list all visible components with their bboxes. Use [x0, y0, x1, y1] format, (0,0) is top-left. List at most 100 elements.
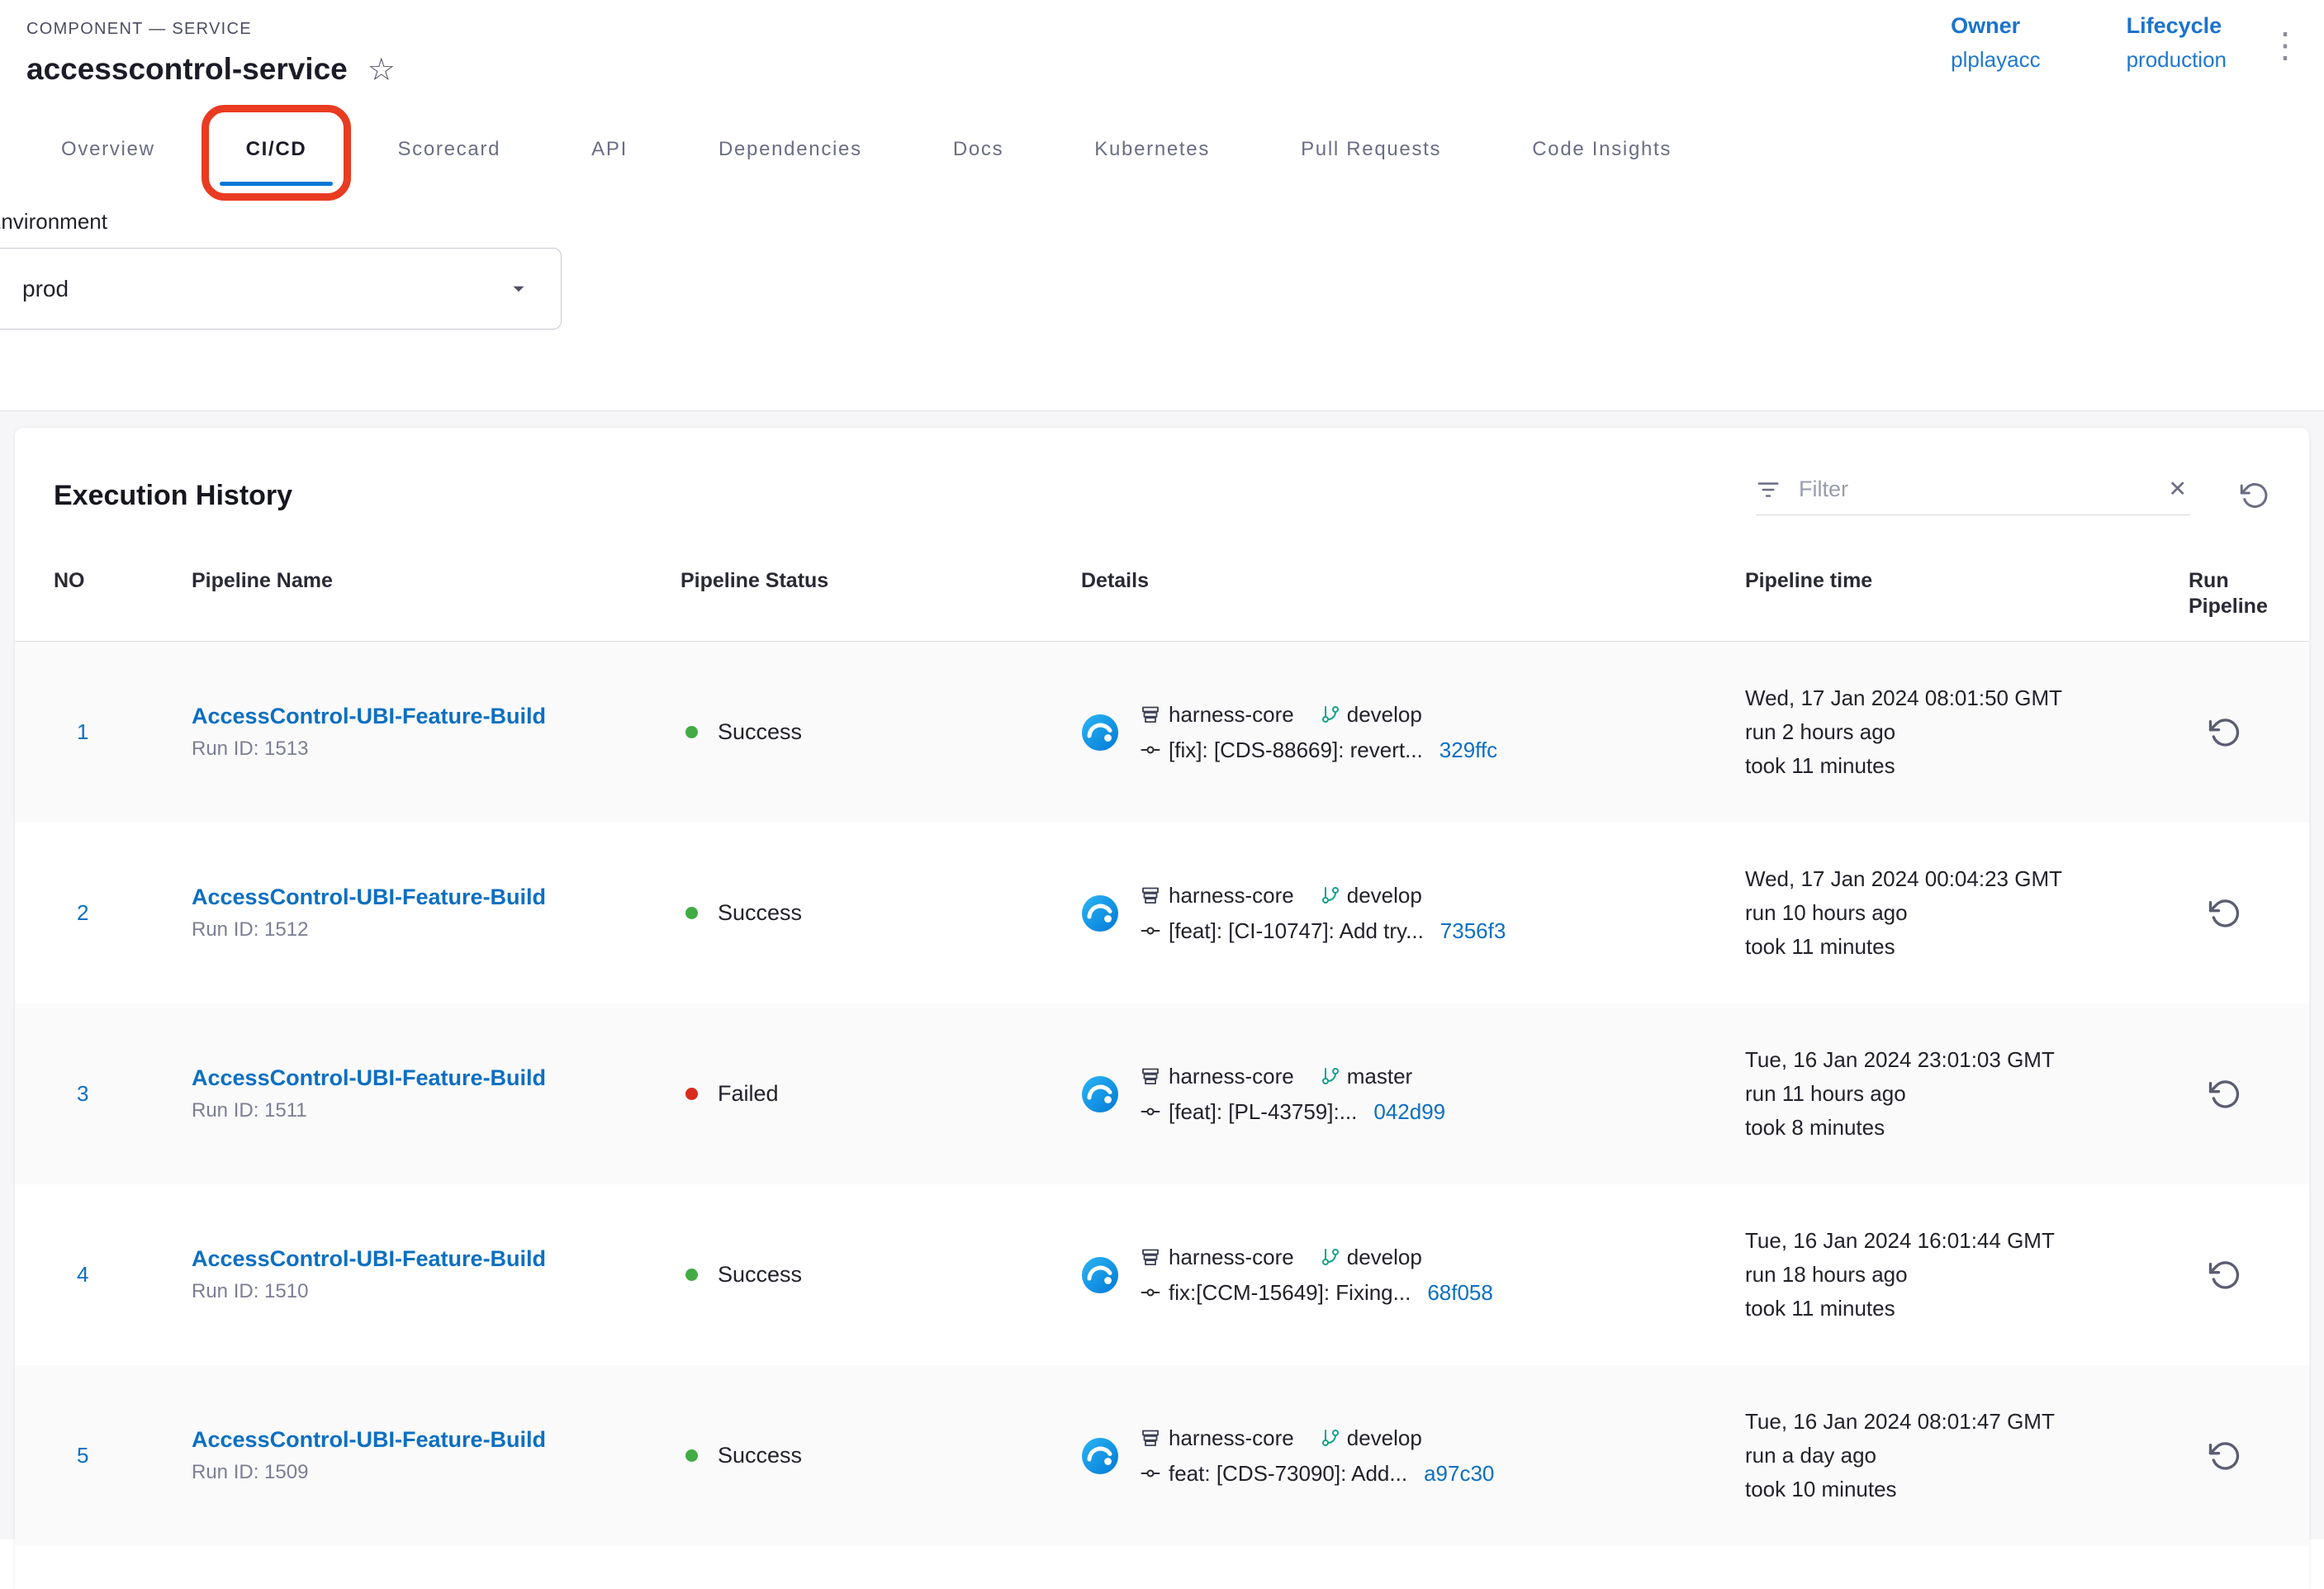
col-no: NO	[54, 568, 192, 619]
kebab-menu-icon[interactable]: ⋮	[2268, 28, 2303, 63]
status-dot	[685, 907, 698, 919]
pipeline-name-cell: AccessControl-UBI-Feature-Build Run ID: …	[192, 885, 681, 942]
status-dot	[685, 1088, 698, 1100]
pipeline-name-link[interactable]: AccessControl-UBI-Feature-Build	[192, 1246, 681, 1272]
repo-name: harness-core	[1169, 1245, 1294, 1270]
environment-select[interactable]: prod	[0, 248, 562, 330]
commit-sha-link[interactable]: 68f058	[1427, 1280, 1493, 1306]
favorite-star-icon[interactable]: ☆	[368, 55, 396, 86]
time-duration: took 11 minutes	[1745, 930, 2189, 964]
tab-scorecard[interactable]: Scorecard	[361, 123, 537, 186]
lifecycle-link[interactable]: production	[2127, 47, 2227, 73]
run-pipeline-button[interactable]	[2208, 897, 2241, 930]
commit-sha-link[interactable]: a97c30	[1424, 1461, 1494, 1487]
row-number-link[interactable]: 1	[54, 719, 192, 745]
git-branch-icon	[1321, 1066, 1340, 1086]
time-relative: run a day ago	[1745, 1439, 2189, 1473]
harness-pipeline-icon	[1081, 1437, 1119, 1475]
commit-message: feat: [CDS-73090]: Add...	[1169, 1461, 1407, 1487]
time-relative: run 18 hours ago	[1745, 1258, 2189, 1292]
status-label: Failed	[718, 1081, 779, 1107]
owner-block: Owner plplayacc	[1951, 13, 2040, 73]
table-row: 3 AccessControl-UBI-Feature-Build Run ID…	[15, 1003, 2309, 1184]
pipeline-name-link[interactable]: AccessControl-UBI-Feature-Build	[192, 885, 681, 910]
repo-name: harness-core	[1169, 1064, 1294, 1089]
git-branch-icon	[1321, 885, 1340, 905]
details-cell: harness-core develop feat: [CDS-73090]: …	[1081, 1425, 1745, 1487]
git-branch-icon	[1321, 1247, 1340, 1267]
commit-sha-link[interactable]: 042d99	[1373, 1099, 1445, 1125]
details-cell: harness-core master [feat]: [PL-43759]:.…	[1081, 1064, 1745, 1125]
commit-message: fix:[CCM-15649]: Fixing...	[1169, 1280, 1411, 1306]
pipeline-name-cell: AccessControl-UBI-Feature-Build Run ID: …	[192, 1065, 681, 1122]
commit-sha-link[interactable]: 7356f3	[1440, 918, 1506, 944]
row-number-link[interactable]: 3	[54, 1081, 192, 1107]
rerun-icon	[2208, 1259, 2241, 1292]
table-row: 1 AccessControl-UBI-Feature-Build Run ID…	[15, 642, 2309, 823]
run-id: Run ID: 1513	[192, 738, 681, 761]
run-pipeline-button[interactable]	[2208, 1440, 2241, 1473]
tab-api[interactable]: API	[555, 123, 664, 186]
filter-box: ✕	[1756, 476, 2190, 515]
status-dot	[685, 1449, 698, 1462]
pipeline-time-cell: Wed, 17 Jan 2024 00:04:23 GMT run 10 hou…	[1745, 862, 2189, 964]
harness-pipeline-icon	[1081, 1256, 1119, 1294]
run-pipeline-button[interactable]	[2208, 1259, 2241, 1292]
commit-message: [fix]: [CDS-88669]: revert...	[1169, 738, 1423, 763]
details-cell: harness-core develop [fix]: [CDS-88669]:…	[1081, 702, 1745, 763]
tab-docs[interactable]: Docs	[917, 123, 1040, 186]
run-pipeline-button[interactable]	[2208, 716, 2241, 749]
owner-label: Owner	[1951, 13, 2040, 39]
details-cell: harness-core develop fix:[CCM-15649]: Fi…	[1081, 1245, 1745, 1306]
run-id: Run ID: 1512	[192, 918, 681, 942]
col-pipeline-status: Pipeline Status	[681, 568, 1081, 619]
pipeline-status-cell: Success	[681, 719, 1081, 745]
row-number-link[interactable]: 5	[54, 1443, 192, 1468]
environment-section: Environment prod	[0, 209, 2324, 330]
repo-name: harness-core	[1169, 883, 1294, 908]
commit-sha-link[interactable]: 329ffc	[1439, 738, 1497, 763]
tab-code-insights[interactable]: Code Insights	[1496, 123, 1708, 186]
tab-kubernetes[interactable]: Kubernetes	[1058, 123, 1246, 186]
branch-name: develop	[1347, 1245, 1422, 1270]
status-label: Success	[718, 1262, 802, 1288]
pipeline-name-cell: AccessControl-UBI-Feature-Build Run ID: …	[192, 1427, 681, 1484]
tab-dependencies[interactable]: Dependencies	[682, 123, 899, 186]
table-row: 2 AccessControl-UBI-Feature-Build Run ID…	[15, 823, 2309, 1003]
run-pipeline-button[interactable]	[2208, 1078, 2241, 1111]
branch-name: develop	[1347, 702, 1422, 728]
repo-icon	[1141, 1428, 1160, 1448]
pipeline-status-cell: Success	[681, 900, 1081, 926]
pipeline-name-link[interactable]: AccessControl-UBI-Feature-Build	[192, 704, 681, 729]
col-pipeline-time: Pipeline time	[1745, 568, 2189, 619]
pipeline-name-link[interactable]: AccessControl-UBI-Feature-Build	[192, 1427, 681, 1453]
repo-icon	[1141, 885, 1160, 905]
tab-pull-requests[interactable]: Pull Requests	[1264, 123, 1477, 186]
details-cell: harness-core develop [feat]: [CI-10747]:…	[1081, 883, 1745, 944]
col-run-pipeline: Run Pipeline	[2189, 568, 2279, 619]
run-id: Run ID: 1510	[192, 1280, 681, 1303]
row-number-link[interactable]: 2	[54, 900, 192, 926]
git-commit-icon	[1141, 1463, 1160, 1483]
time-absolute: Wed, 17 Jan 2024 08:01:50 GMT	[1745, 681, 2189, 715]
owner-link[interactable]: plplayacc	[1951, 47, 2040, 73]
lifecycle-label: Lifecycle	[2127, 13, 2227, 39]
clear-filter-icon[interactable]: ✕	[2165, 477, 2190, 502]
rerun-icon	[2208, 716, 2241, 749]
pipeline-name-link[interactable]: AccessControl-UBI-Feature-Build	[192, 1065, 681, 1091]
harness-pipeline-icon	[1081, 714, 1119, 752]
pipeline-status-cell: Success	[681, 1443, 1081, 1468]
status-label: Success	[718, 719, 802, 745]
refresh-button[interactable]	[2240, 481, 2269, 510]
table-row: 4 AccessControl-UBI-Feature-Build Run ID…	[15, 1184, 2309, 1365]
status-label: Success	[718, 1443, 802, 1468]
git-branch-icon	[1321, 704, 1340, 724]
tab-ci-cd[interactable]: CI/CD	[210, 123, 344, 186]
status-label: Success	[718, 900, 802, 926]
filter-input[interactable]	[1797, 476, 2148, 503]
environment-selected-value: prod	[22, 276, 69, 302]
run-id: Run ID: 1509	[192, 1461, 681, 1484]
tab-overview[interactable]: Overview	[25, 123, 192, 186]
branch-name: develop	[1347, 883, 1422, 908]
row-number-link[interactable]: 4	[54, 1262, 192, 1288]
